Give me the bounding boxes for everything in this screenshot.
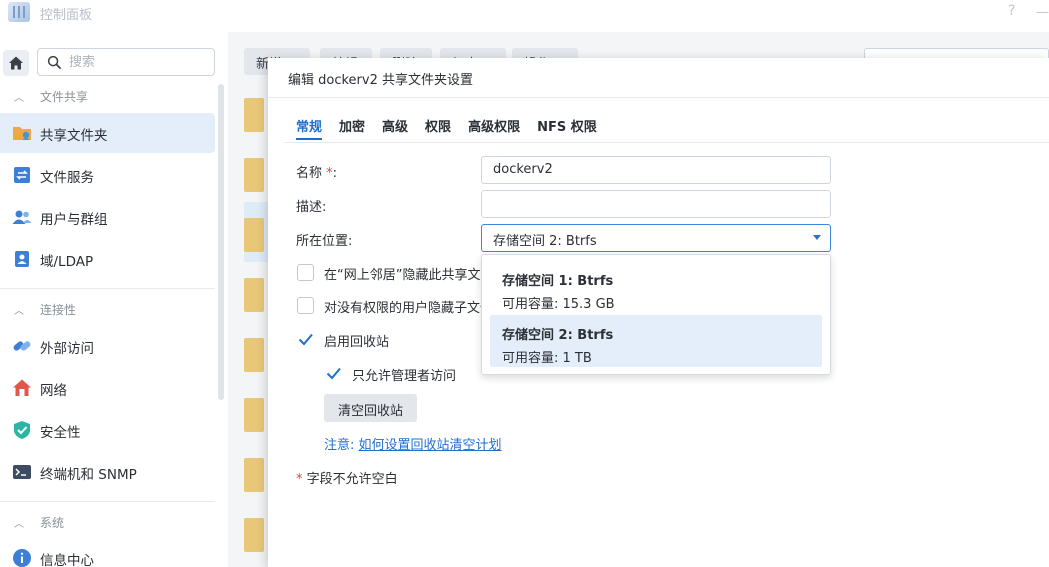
caret-down-icon: [813, 235, 821, 240]
hide-network-checkbox[interactable]: [297, 264, 314, 281]
control-panel-app-icon: [8, 2, 30, 22]
folder-row-icon: [244, 458, 264, 492]
sidebar-divider: [0, 501, 215, 502]
domain-ldap-icon: [15, 251, 29, 267]
recycle-note: 注意: 如何设置回收站清空计划: [324, 434, 502, 453]
sidebar-scrollbar[interactable]: [218, 84, 224, 400]
sidebar-item-terminal-snmp[interactable]: 终端机和 SNMP: [0, 452, 215, 492]
chevron-up-icon: ︿: [14, 519, 24, 530]
external-access-icon: [13, 341, 31, 351]
enable-recycle-bin-checkbox[interactable]: [297, 331, 314, 348]
folder-row-icon: [244, 158, 264, 192]
folder-row-icon: [244, 98, 264, 132]
window-titlebar: 控制面板 ? —: [0, 0, 1049, 26]
note-prefix: 注意:: [324, 438, 355, 453]
security-shield-icon: [14, 421, 30, 439]
description-field[interactable]: [481, 190, 831, 218]
sidebar-item-label: 终端机和 SNMP: [40, 467, 137, 483]
terminal-icon: [13, 465, 31, 479]
dialog-title: 编辑 dockerv2 共享文件夹设置: [288, 73, 473, 88]
tab-advanced[interactable]: 高级: [382, 116, 408, 140]
shared-folder-icon: [13, 127, 31, 140]
dialog-divider: [268, 97, 1049, 98]
search-icon: [47, 55, 62, 70]
dialog-tabs: 常规 加密 高级 权限 高级权限 NFS 权限: [296, 116, 614, 140]
search-box[interactable]: [37, 48, 215, 76]
sidebar-item-file-services[interactable]: 文件服务: [0, 155, 215, 195]
sidebar-item-label: 共享文件夹: [40, 128, 108, 144]
chevron-up-icon: ︿: [14, 93, 24, 104]
admin-only-checkbox[interactable]: [325, 365, 342, 382]
location-select[interactable]: 存储空间 2: Btrfs: [481, 224, 831, 252]
sidebar-item-external-access[interactable]: 外部访问: [0, 326, 215, 366]
section-label: 文件共享: [40, 90, 89, 104]
minimize-icon[interactable]: —: [1036, 5, 1049, 20]
sidebar-item-info-center[interactable]: 信息中心: [0, 538, 215, 567]
tab-general[interactable]: 常规: [296, 116, 323, 140]
folder-row-icon: [244, 398, 264, 432]
window-title: 控制面板: [40, 8, 93, 23]
section-file-sharing[interactable]: ︿ 文件共享: [14, 88, 88, 105]
required-footnote: * 字段不允许空白: [296, 472, 398, 487]
sidebar-item-network[interactable]: 网络: [0, 368, 215, 408]
home-button[interactable]: [3, 50, 29, 76]
home-icon: [9, 56, 23, 70]
folder-row-icon: [244, 338, 264, 372]
edit-shared-folder-dialog: 编辑 dockerv2 共享文件夹设置 常规 加密 高级 权限 高级权限 NFS…: [268, 58, 1049, 567]
name-value: dockerv2: [493, 162, 553, 177]
section-label: 连接性: [40, 303, 77, 317]
sidebar-item-label: 信息中心: [40, 553, 94, 567]
location-dropdown-list: 存储空间 1: Btrfs 可用容量: 15.3 GB 存储空间 2: Btrf…: [481, 254, 831, 375]
search-input[interactable]: [69, 53, 209, 71]
name-label: 名称 *:: [296, 166, 338, 181]
sidebar-divider: [0, 288, 215, 289]
sidebar-item-label: 域/LDAP: [40, 254, 94, 270]
folder-row-icon: [244, 278, 264, 312]
tab-permissions[interactable]: 权限: [425, 116, 451, 140]
sidebar-item-security[interactable]: 安全性: [0, 410, 215, 450]
location-label: 所在位置:: [296, 234, 353, 249]
users-groups-icon: [12, 210, 32, 224]
folder-row-icon: [244, 218, 264, 252]
checkmark-icon: [326, 367, 341, 380]
description-label: 描述:: [296, 200, 327, 215]
location-value: 存储空间 2: Btrfs: [493, 234, 597, 249]
sidebar-item-domain-ldap[interactable]: 域/LDAP: [0, 239, 215, 279]
help-icon[interactable]: ?: [1008, 3, 1015, 19]
tabs-divider: [284, 142, 1049, 143]
sidebar-item-label: 安全性: [40, 425, 81, 441]
dropdown-option-volume-2[interactable]: 存储空间 2: Btrfs 可用容量: 1 TB: [490, 315, 822, 367]
tab-nfs-permissions[interactable]: NFS 权限: [537, 116, 597, 140]
hide-network-label: 在“网上邻居”隐藏此共享文件夹: [324, 268, 507, 283]
section-system[interactable]: ︿ 系统: [14, 514, 64, 531]
tab-advanced-permissions[interactable]: 高级权限: [468, 116, 520, 140]
sidebar-item-label: 外部访问: [40, 341, 94, 357]
enable-recycle-bin-label: 启用回收站: [324, 335, 390, 350]
chevron-up-icon: ︿: [14, 306, 24, 317]
file-services-icon: [14, 167, 30, 183]
tab-encryption[interactable]: 加密: [339, 116, 365, 140]
section-connectivity[interactable]: ︿ 连接性: [14, 301, 76, 318]
recycle-schedule-link[interactable]: 如何设置回收站清空计划: [359, 438, 502, 453]
name-field[interactable]: dockerv2: [481, 156, 831, 184]
sidebar-item-shared-folder[interactable]: 共享文件夹: [0, 113, 215, 153]
section-label: 系统: [40, 516, 65, 530]
sidebar-item-label: 用户与群组: [40, 212, 108, 228]
sidebar-item-users-groups[interactable]: 用户与群组: [0, 197, 215, 237]
sidebar-item-label: 文件服务: [40, 170, 94, 186]
folder-row-icon: [244, 518, 264, 552]
hide-subfolders-checkbox[interactable]: [297, 297, 314, 314]
sidebar-item-label: 网络: [40, 383, 67, 399]
checkmark-icon: [298, 333, 313, 346]
info-center-icon: [13, 549, 31, 567]
admin-only-label: 只允许管理者访问: [352, 369, 457, 384]
network-icon: [13, 379, 31, 396]
dropdown-option-volume-1[interactable]: 存储空间 1: Btrfs 可用容量: 15.3 GB: [490, 261, 822, 313]
empty-recycle-bin-button[interactable]: 清空回收站: [324, 394, 417, 422]
